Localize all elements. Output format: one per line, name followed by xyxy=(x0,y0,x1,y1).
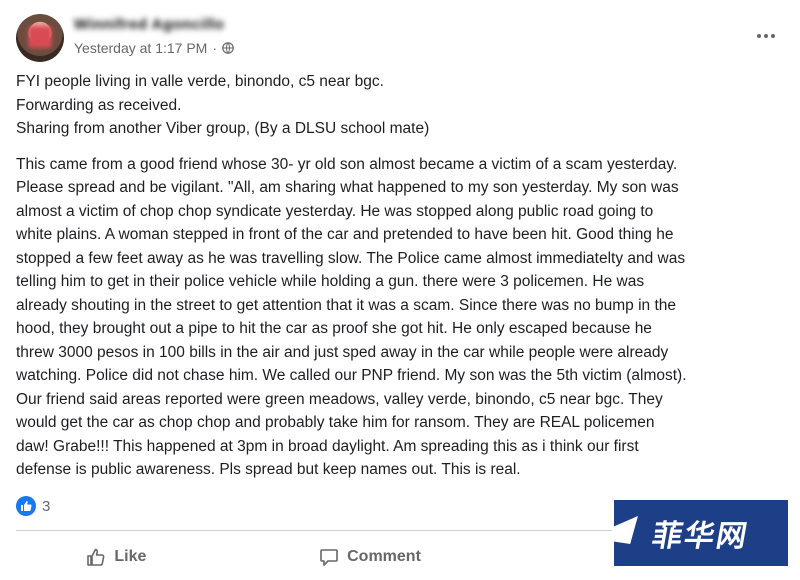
post-line: hood, they brought out a pipe to hit the… xyxy=(16,320,652,337)
post-line: almost a victim of chop chop syndicate y… xyxy=(16,202,654,220)
post-line: stopped a few feet away as he was travel… xyxy=(16,249,686,267)
reaction-count[interactable]: 3 xyxy=(42,498,50,515)
thumbs-up-icon xyxy=(87,548,105,566)
post-meta: Yesterday at 1:17 PM · xyxy=(74,40,234,56)
watermark-logo: 菲华网 xyxy=(612,498,790,568)
post-line: Forwarding as received. xyxy=(16,96,182,114)
like-label: Like xyxy=(114,548,147,565)
post-line: defense is public awareness. Pls spread … xyxy=(16,461,521,478)
post-line: watching. Police did not chase him. We c… xyxy=(16,367,687,384)
facebook-post: Winnifred Agoncillo Yesterday at 1:17 PM… xyxy=(0,0,800,580)
like-button[interactable]: Like xyxy=(86,547,146,567)
avatar[interactable] xyxy=(16,14,64,62)
watermark-text: 菲华网 xyxy=(649,519,752,554)
post-line: white plains. A woman stepped in front o… xyxy=(16,226,674,243)
more-options-button[interactable] xyxy=(748,18,784,54)
post-line: already shouting in the street to get at… xyxy=(16,296,676,314)
like-reaction-icon xyxy=(16,496,36,516)
meta-separator: · xyxy=(212,40,218,56)
comment-icon xyxy=(320,549,338,566)
post-line: Sharing from another Viber group, (By a … xyxy=(16,120,430,137)
post-body: FYI people living in valle verde, binond… xyxy=(16,70,791,482)
post-line: threw 3000 pesos in 100 bills in the air… xyxy=(16,343,669,361)
timestamp[interactable]: Yesterday at 1:17 PM xyxy=(74,40,207,56)
comment-button[interactable]: Comment xyxy=(319,547,421,567)
post-header: Winnifred Agoncillo Yesterday at 1:17 PM… xyxy=(16,14,784,62)
globe-icon xyxy=(222,42,234,54)
post-line: Please spread and be vigilant. "All, am … xyxy=(16,179,679,196)
comment-label: Comment xyxy=(347,548,421,565)
post-line: daw! Grabe!!! This happened at 3pm in br… xyxy=(16,437,639,455)
post-line: Our friend said areas reported were gree… xyxy=(16,390,663,408)
more-horizontal-icon xyxy=(757,34,761,38)
post-line: telling him to get in their police vehic… xyxy=(16,273,645,290)
post-line: would get the car as chop chop and proba… xyxy=(16,414,655,431)
reaction-summary[interactable]: 3 xyxy=(16,496,50,516)
post-line: FYI people living in valle verde, binond… xyxy=(16,73,384,90)
post-line: This came from a good friend whose 30- y… xyxy=(16,155,678,173)
author-name[interactable]: Winnifred Agoncillo xyxy=(74,16,224,33)
